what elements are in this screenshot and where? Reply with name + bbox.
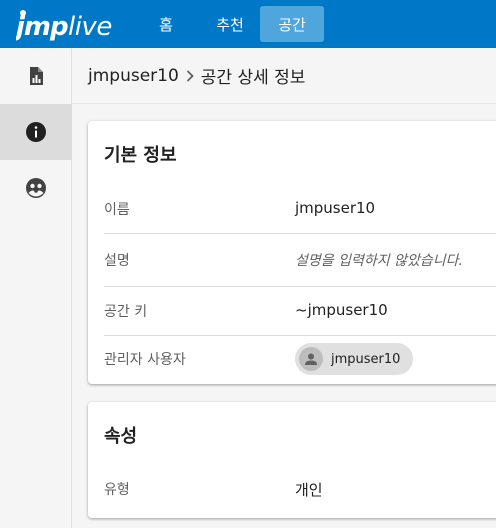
svg-text:live: live bbox=[68, 12, 112, 42]
attributes-title: 속성 bbox=[104, 426, 138, 447]
tab-recommended-label: 추천 bbox=[216, 15, 244, 34]
attributes-card: 속성 유형 개인 bbox=[88, 402, 496, 518]
info-row-label: 공간 키 bbox=[104, 304, 148, 320]
space-type-value: 개인 bbox=[295, 481, 323, 499]
tab-home[interactable]: 홈 bbox=[142, 6, 190, 42]
sidebar-item-reports[interactable] bbox=[0, 48, 72, 104]
jmp-live-logo[interactable]: jmp live bbox=[12, 8, 118, 42]
info-row-description: 설명 설명을 입력하지 않았습니다. bbox=[104, 250, 496, 272]
breadcrumb-parent[interactable]: jmpuser10 bbox=[88, 66, 179, 86]
basic-info-card: 기본 정보 이름 jmpuser10 설명 설명을 입력하지 않았습니다. 공간… bbox=[88, 121, 496, 384]
info-row-label: 관리자 사용자 bbox=[104, 352, 186, 368]
admin-user-chip[interactable]: jmpuser10 bbox=[295, 343, 414, 375]
tab-home-label: 홈 bbox=[159, 15, 173, 34]
info-row-space-key: 공간 키 ~jmpuser10 bbox=[104, 301, 496, 323]
chevron-right-icon bbox=[185, 69, 195, 83]
sidebar bbox=[0, 48, 72, 528]
basic-info-title: 기본 정보 bbox=[104, 145, 177, 166]
description-value: 설명을 입력하지 않았습니다. bbox=[295, 253, 463, 269]
info-row-name: 이름 jmpuser10 bbox=[104, 199, 496, 221]
svg-text:jmp: jmp bbox=[16, 12, 68, 42]
report-icon bbox=[30, 67, 43, 85]
tab-spaces-label: 공간 bbox=[278, 15, 306, 34]
sidebar-item-details[interactable] bbox=[0, 104, 72, 160]
sidebar-item-members[interactable] bbox=[0, 160, 72, 216]
info-icon bbox=[26, 122, 46, 142]
row-divider bbox=[104, 286, 496, 287]
space-key-value: ~jmpuser10 bbox=[295, 301, 388, 319]
info-row-label: 이름 bbox=[104, 202, 130, 218]
user-avatar-icon bbox=[299, 347, 323, 371]
info-row-label: 설명 bbox=[104, 253, 130, 269]
attribute-row-type: 유형 개인 bbox=[104, 479, 496, 501]
row-divider bbox=[104, 233, 496, 234]
breadcrumb: jmpuser10 공간 상세 정보 bbox=[72, 48, 496, 104]
space-name-value: jmpuser10 bbox=[295, 199, 376, 217]
breadcrumb-current: 공간 상세 정보 bbox=[200, 68, 306, 88]
main-content: jmpuser10 공간 상세 정보 기본 정보 이름 jmpuser10 설명… bbox=[72, 48, 496, 528]
tab-spaces[interactable]: 공간 bbox=[260, 6, 324, 42]
admin-user-name: jmpuser10 bbox=[331, 351, 401, 367]
attribute-row-label: 유형 bbox=[104, 482, 130, 498]
row-divider bbox=[104, 335, 496, 336]
people-icon bbox=[26, 178, 46, 198]
top-app-bar: jmp live 홈 추천 공간 bbox=[0, 0, 496, 48]
tab-recommended[interactable]: 추천 bbox=[204, 6, 256, 42]
logo-graphic: jmp live bbox=[12, 10, 112, 42]
